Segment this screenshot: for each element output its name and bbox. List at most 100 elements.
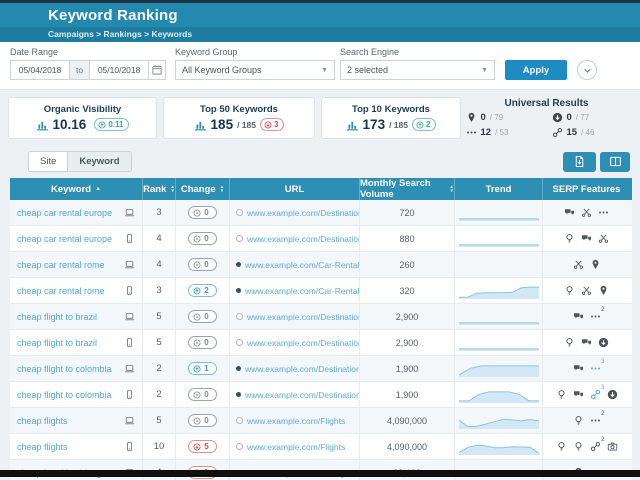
column-header-change[interactable]: Change▲▼ — [176, 178, 230, 200]
chevron-down-icon: ▼ — [481, 67, 488, 74]
rank-change-badge: 0 — [188, 310, 216, 323]
search-volume-value: 1,900 — [396, 390, 419, 400]
keyword-link[interactable]: cheap flight to brazil — [17, 338, 97, 348]
bulb-icon — [556, 441, 567, 452]
page-title: Keyword Ranking — [0, 3, 640, 27]
universal-total: / 79 — [490, 113, 503, 122]
keyword-link[interactable]: cheap flight to colombia — [17, 364, 112, 374]
export-file-icon — [573, 155, 586, 168]
keyword-link[interactable]: cheap flights — [17, 416, 68, 426]
desktop-icon — [124, 415, 135, 426]
bubbles-icon — [581, 337, 592, 348]
mobile-icon — [124, 337, 135, 348]
camera-icon — [607, 441, 618, 452]
bubbles-icon — [573, 363, 584, 374]
rank-value: 3 — [156, 207, 161, 218]
column-header-keyword[interactable]: Keyword▲ — [10, 178, 143, 200]
dots-icon — [466, 127, 477, 138]
column-header-trend: Trend — [455, 178, 543, 200]
expand-toggle-button[interactable] — [577, 60, 597, 80]
rank-value: 5 — [156, 415, 161, 426]
url-link[interactable]: www.example.com/Destinations-In-Bra... — [247, 338, 360, 348]
table-row: cheap flight to colombia21www.example.co… — [10, 356, 632, 382]
table-row: cheap car rental rome32www.example.com/C… — [10, 278, 632, 304]
date-from-input[interactable] — [10, 60, 69, 80]
table-row: cheap car rental rome40www.example.com/C… — [10, 252, 632, 278]
keyword-table: Keyword▲Rank▲▼Change▲▼URLMonthly Search … — [10, 178, 632, 480]
bubbles-icon — [573, 311, 584, 322]
bulb-icon — [573, 415, 584, 426]
column-header-serp-features: SERP Features — [543, 178, 630, 200]
url-link[interactable]: www.example.com/Destinations-In-Bra... — [247, 312, 360, 322]
tab-site[interactable]: Site — [29, 152, 67, 171]
trend-sparkline — [459, 412, 539, 430]
rank-change-badge: 0 — [188, 336, 216, 349]
view-switch-row: Site Keyword — [0, 145, 640, 178]
url-status-dot — [236, 417, 243, 424]
keyword-group-select[interactable]: All Keyword Groups ▼ — [175, 60, 335, 80]
universal-results-title: Universal Results — [505, 98, 589, 109]
url-status-dot — [236, 288, 241, 293]
table-row: cheap flight to brazil50www.example.com/… — [10, 304, 632, 330]
pin-icon — [590, 259, 601, 270]
stat-card-organic-visibility: Organic Visibility 10.16 0.11 — [8, 97, 157, 139]
circle-down-icon — [607, 389, 618, 400]
bubbles-icon — [581, 233, 592, 244]
change-badge: 2 — [412, 118, 436, 131]
universal-total: / 77 — [576, 113, 589, 122]
keyword-link[interactable]: cheap car rental rome — [17, 286, 105, 296]
url-status-dot — [236, 392, 241, 397]
column-header-rank[interactable]: Rank▲▼ — [143, 178, 176, 200]
url-link[interactable]: www.example.com/Car-Rentals-In-Rom... — [245, 260, 360, 270]
rank-change-badge: 0 — [188, 258, 216, 271]
trend-sparkline — [459, 308, 539, 326]
keyword-group-filter: Keyword Group All Keyword Groups ▼ — [175, 47, 335, 80]
keyword-link[interactable]: cheap flights — [17, 442, 68, 452]
rank-change-badge: 0 — [188, 206, 216, 219]
keyword-link[interactable]: cheap car rental europe — [17, 208, 112, 218]
trend-sparkline — [459, 204, 539, 222]
dots-icon: 2 — [590, 311, 601, 322]
columns-button[interactable] — [600, 152, 630, 172]
export-button[interactable] — [563, 152, 596, 172]
stat-title: Top 10 Keywords — [352, 104, 430, 115]
breadcrumb: Campaigns > Rankings > Keywords — [0, 27, 640, 42]
url-link[interactable]: www.example.com/Destinations-In-Eur... — [247, 208, 360, 218]
date-to-input[interactable] — [89, 60, 148, 80]
table-header: Keyword▲Rank▲▼Change▲▼URLMonthly Search … — [10, 178, 632, 200]
bar-chart-icon — [194, 118, 207, 131]
column-label: Keyword — [51, 184, 91, 195]
zero-circle-icon — [193, 235, 201, 243]
stat-card-top-10-keywords: Top 10 Keywords 173 / 185 2 — [321, 97, 461, 139]
url-link[interactable]: www.example.com/Destinations-In-Col... — [245, 364, 360, 374]
url-link[interactable]: www.example.com/Destinations-In-Eur... — [247, 234, 360, 244]
keyword-group-label: Keyword Group — [175, 47, 335, 57]
calendar-button[interactable] — [148, 60, 166, 80]
keyword-link[interactable]: cheap car rental rome — [17, 260, 105, 270]
bar-chart-icon — [36, 118, 49, 131]
apply-button[interactable]: Apply — [505, 60, 567, 80]
chevron-down-icon: ▼ — [321, 67, 328, 74]
desktop-icon — [124, 311, 135, 322]
trend-sparkline — [459, 386, 539, 404]
keyword-link[interactable]: cheap flight to colombia — [17, 390, 112, 400]
keyword-link[interactable]: cheap car rental europe — [17, 234, 112, 244]
universal-value: 0 — [567, 112, 572, 123]
tab-keyword[interactable]: Keyword — [67, 152, 130, 171]
bulb-icon — [556, 389, 567, 400]
stat-total: / 185 — [237, 120, 256, 130]
url-link[interactable]: www.example.com/Destinations-In-Col... — [245, 390, 360, 400]
url-link[interactable]: www.example.com/Flights — [247, 416, 345, 426]
url-link[interactable]: www.example.com/Car-Rentals-In-Rom... — [245, 286, 360, 296]
keyword-group-value: All Keyword Groups — [182, 65, 262, 75]
keyword-link[interactable]: cheap flight to brazil — [17, 312, 97, 322]
bulb-icon — [564, 337, 575, 348]
search-engine-select[interactable]: 2 selected ▼ — [340, 60, 495, 80]
url-link[interactable]: www.example.com/Flights — [247, 442, 345, 452]
scissors-icon — [598, 233, 609, 244]
dots-icon — [598, 207, 609, 218]
stat-title: Organic Visibility — [44, 104, 121, 115]
sort-icon: ▲▼ — [220, 185, 224, 193]
columns-icon — [609, 155, 622, 168]
column-header-monthly-search-volume[interactable]: Monthly Search Volume▲▼ — [360, 178, 455, 200]
